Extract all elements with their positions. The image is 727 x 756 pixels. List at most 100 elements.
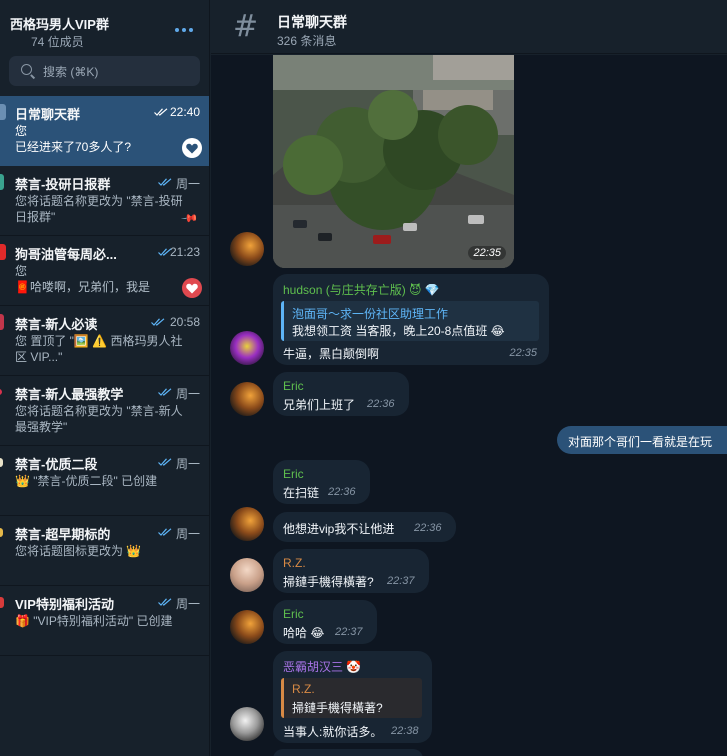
message-time: 22:37 <box>387 575 415 587</box>
chat-preview: 您 置顶了 "🖼️ ⚠️ 西格玛男人社区 VIP..." <box>15 334 183 364</box>
chat-preview: 🧧哈喽啊，兄弟们，我是 <box>15 280 150 294</box>
message-sender: Eric <box>283 379 304 393</box>
avatar-hanzan[interactable] <box>230 707 264 741</box>
chat-name: 禁言-优质二段 <box>15 457 98 472</box>
heart-icon <box>182 138 202 158</box>
reply-quote[interactable]: R.Z. 掃鏈手機得橫著? <box>281 678 422 718</box>
message-time: 22:37 <box>335 626 363 638</box>
chat-name: 禁言-新人最强教学 <box>15 387 124 402</box>
photo-time: 22:35 <box>468 246 506 260</box>
message-text: 对面那个哥们一看就是在玩 <box>568 435 713 449</box>
message-bubble[interactable]: 他想进vip我不让他进 22:36 <box>273 512 456 542</box>
more-options-icon[interactable] <box>172 20 196 40</box>
search-input[interactable]: 搜索 (⌘K) <box>9 56 200 86</box>
chat-time: 周一 <box>175 387 200 401</box>
topic-icon <box>0 104 6 120</box>
message-time: 22:36 <box>367 398 395 410</box>
chat-preview: 您将话题图标更改为 👑 <box>15 544 142 558</box>
topic-icon <box>0 389 2 395</box>
chat-preview: 您将话题名称更改为 "禁言-新人最强教学" <box>15 404 183 434</box>
message-bubble[interactable] <box>273 749 423 756</box>
avatar-eric[interactable] <box>230 382 264 416</box>
chat-preview: 🎁 "VIP特别福利活动" 已创建 <box>15 614 173 628</box>
quote-title: R.Z. <box>292 682 315 696</box>
chat-time: 周一 <box>175 457 200 471</box>
chat-item-newbie-teach[interactable]: 禁言-新人最强教学 周一 您将话题名称更改为 "禁言-新人最强教学" <box>0 376 209 446</box>
message-bubble[interactable]: hudson (与庄共存亡版) 😈 💎 泡面哥～求一份社区助理工作 我想领工资 … <box>273 274 549 365</box>
photo-message[interactable]: 22:35 <box>273 55 514 268</box>
chat-name: 狗哥油管每周必... <box>15 247 117 262</box>
read-check-icon <box>154 108 168 116</box>
chat-name: VIP特别福利活动 <box>15 597 114 612</box>
chat-item-youtube[interactable]: 狗哥油管每周必... 21:23 您 🧧哈喽啊，兄弟们，我是 <box>0 236 209 306</box>
message-time: 22:38 <box>391 725 419 737</box>
chat-preview: 👑 "禁言-优质二段" 已创建 <box>15 474 158 488</box>
outgoing-message[interactable]: 对面那个哥们一看就是在玩 <box>557 426 727 454</box>
chat-item-early[interactable]: 禁言-超早期标的 周一 您将话题图标更改为 👑 <box>0 516 209 586</box>
message-sender: 恶霸胡汉三 🤡 <box>283 660 362 674</box>
chat-item-quality[interactable]: 禁言-优质二段 周一 👑 "禁言-优质二段" 已创建 <box>0 446 209 516</box>
message-text: 当事人:就你话多。 <box>283 725 383 739</box>
topic-icon <box>0 314 4 330</box>
message-bubble[interactable]: Eric 在扫链 22:36 <box>273 460 370 504</box>
chat-name: 日常聊天群 <box>15 107 81 122</box>
message-bubble[interactable]: Eric 兄弟们上班了 22:36 <box>273 372 409 416</box>
chat-header: # 日常聊天群 326 条消息 <box>211 0 727 54</box>
chat-time: 21:23 <box>169 245 200 259</box>
message-text: 他想进vip我不让他进 <box>283 522 395 536</box>
crown-icon <box>0 458 3 467</box>
message-text: 在扫链 <box>283 486 320 500</box>
avatar-eric[interactable] <box>230 610 264 644</box>
chat-item-newbie-read[interactable]: 禁言-新人必读 20:58 您 置顶了 "🖼️ ⚠️ 西格玛男人社区 VIP..… <box>0 306 209 376</box>
chat-item-research[interactable]: 禁言-投研日报群 周一 您将话题名称更改为 "禁言-投研日报群" 📌 <box>0 166 209 236</box>
chat-list: 日常聊天群 22:40 您 已经进来了70多人了? 禁言-投研日报群 周一 您将… <box>0 96 209 656</box>
chat-preview: 已经进来了70多人了? <box>15 140 132 154</box>
group-name: 西格玛男人VIP群 <box>10 17 109 32</box>
message-text: 牛逼，黑白颠倒啊 <box>283 347 380 361</box>
message-text: 掃鏈手機得橫著? <box>283 575 374 589</box>
reply-quote[interactable]: 泡面哥～求一份社区助理工作 我想领工资 当客服，晚上20-8点值班 😂 <box>281 301 539 341</box>
message-time: 22:36 <box>414 522 442 534</box>
message-text: 兄弟们上班了 <box>283 398 356 412</box>
read-check-icon <box>158 388 172 396</box>
read-check-icon <box>158 528 172 536</box>
message-sender: Eric <box>283 607 304 621</box>
message-bubble[interactable]: 恶霸胡汉三 🤡 R.Z. 掃鏈手機得橫著? 当事人:就你话多。 22:38 <box>273 651 432 743</box>
search-placeholder: 搜索 (⌘K) <box>43 65 99 79</box>
sidebar-header: 西格玛男人VIP群 74 位成员 <box>0 0 209 56</box>
chat-time: 周一 <box>175 527 200 541</box>
chat-name: 禁言-投研日报群 <box>15 177 111 192</box>
youtube-icon <box>0 244 6 260</box>
photo-image <box>273 55 514 268</box>
chat-title: 日常聊天群 <box>277 14 347 30</box>
message-sender: R.Z. <box>283 556 306 570</box>
heart-icon <box>182 278 202 298</box>
chat-sender: 您 <box>15 264 28 278</box>
avatar-rz[interactable] <box>230 558 264 592</box>
message-sender: Eric <box>283 467 304 481</box>
read-check-icon <box>158 178 172 186</box>
chat-time: 周一 <box>175 177 200 191</box>
message-time: 22:35 <box>509 347 537 359</box>
avatar-eric[interactable] <box>230 507 264 541</box>
chat-name: 禁言-新人必读 <box>15 317 98 332</box>
sidebar: 西格玛男人VIP群 74 位成员 搜索 (⌘K) 日常聊天群 22:40 您 已… <box>0 0 210 756</box>
chat-item-daily[interactable]: 日常聊天群 22:40 您 已经进来了70多人了? <box>0 96 209 166</box>
message-bubble[interactable]: Eric 哈哈 😂 22:37 <box>273 600 377 644</box>
chat-name: 禁言-超早期标的 <box>15 527 111 542</box>
read-check-icon <box>151 318 165 326</box>
gift-icon <box>0 597 4 608</box>
chat-item-vip-benefits[interactable]: VIP特别福利活动 周一 🎁 "VIP特别福利活动" 已创建 <box>0 586 209 656</box>
quote-text: 我想领工资 当客服，晚上20-8点值班 😂 <box>292 324 505 338</box>
quote-text: 掃鏈手機得橫著? <box>292 701 383 715</box>
avatar-hudson[interactable] <box>230 331 264 365</box>
chat-time: 周一 <box>175 597 200 611</box>
chat-time: 20:58 <box>169 315 200 329</box>
message-bubble[interactable]: R.Z. 掃鏈手機得橫著? 22:37 <box>273 549 429 593</box>
chat-time: 22:40 <box>169 105 200 119</box>
hash-topic-icon: # <box>233 9 259 44</box>
chat-preview: 您将话题名称更改为 "禁言-投研日报群" <box>15 194 183 224</box>
topic-icon <box>0 174 4 190</box>
avatar-eric[interactable] <box>230 232 264 266</box>
read-check-icon <box>158 458 172 466</box>
